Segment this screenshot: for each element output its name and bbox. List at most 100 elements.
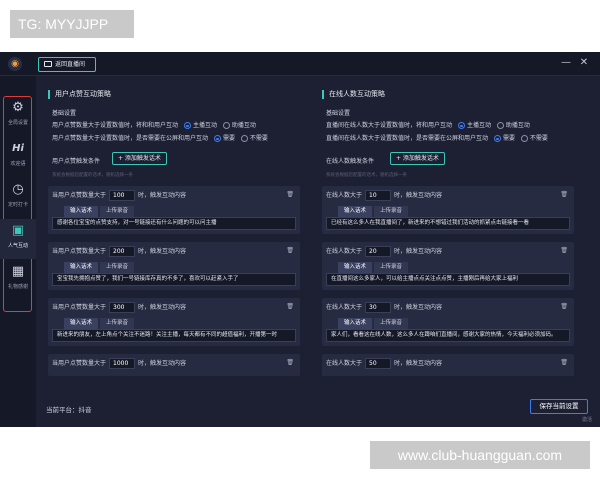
card-condition: 当用户点赞数量大于 100 时，触发互动内容: [52, 190, 186, 202]
clock-icon: ◷: [12, 182, 24, 197]
threshold-input[interactable]: 1000: [109, 358, 136, 369]
script-input[interactable]: 新进来的朋友，左上角点个关注不迷路！关注主播，每天都有不同的超值福利，开播第一时: [52, 329, 296, 342]
hint-text: 系统会根据您配置的话术，随机选择一条: [52, 173, 133, 178]
trigger-card: 当用户点赞数量大于 1000 时，触发互动内容 🗑: [48, 354, 300, 376]
back-to-live-button[interactable]: 返回直播间: [38, 57, 96, 72]
trigger-card: 在线人数大于 10 时，触发互动内容 🗑 输入话术 上传录音 已经有这么多人在我直播间…: [322, 186, 574, 234]
rule-text: 直播间在线人数大于设置数值时，将和用户互动: [326, 122, 453, 129]
screenshot-root: TG: MYYJJPP ◉ 返回直播间 — ✕ ⚙ 全局设置 Hi 欢迎语 ◷ …: [0, 0, 600, 480]
trigger-card: 当用户点赞数量大于 200 时，触发互动内容 🗑 输入话术 上传录音 宝宝我先拥抱点赞…: [48, 242, 300, 290]
sidebar-item-label: 全局设置: [7, 120, 28, 126]
tab-upload-audio[interactable]: 上传录音: [374, 262, 409, 273]
close-icon[interactable]: ✕: [578, 56, 590, 70]
condition-suffix: 时，触发互动内容: [394, 304, 443, 311]
condition-prefix: 在线人数大于: [326, 304, 363, 311]
public-screen-row: 用户点赞数量大于设置数值时，是否需要在公屏和用户互动 需要 不需要: [52, 133, 268, 142]
basic-settings-label: 基础设置: [326, 110, 351, 117]
sidebar-item-label: 礼物感谢: [7, 284, 28, 290]
script-tabs: 输入话术 上传录音: [338, 262, 410, 273]
chat-icon: ▣: [11, 223, 25, 238]
threshold-input[interactable]: 200: [109, 246, 136, 257]
trigger-condition-label: 用户点赞触发条件: [52, 158, 101, 165]
activate-label: 激活: [582, 417, 593, 423]
hint-text: 系统会根据您配置的话术，随机选择一条: [326, 173, 407, 178]
tab-input-script[interactable]: 输入话术: [64, 318, 99, 329]
rule-text: 直播间在线人数大于设置数值时，是否需要在公屏和用户互动: [326, 135, 489, 142]
card-condition: 在线人数大于 50 时，触发互动内容: [326, 358, 442, 370]
threshold-input[interactable]: 50: [365, 358, 392, 369]
save-settings-button[interactable]: 保存当前设置: [530, 399, 588, 414]
tab-upload-audio[interactable]: 上传录音: [100, 206, 135, 217]
trash-icon[interactable]: 🗑: [560, 191, 568, 198]
sidebar: ⚙ 全局设置 Hi 欢迎语 ◷ 定时打卡 ▣ 人气互动 ▦ 礼物感谢: [0, 76, 36, 427]
script-input[interactable]: 家人们，看看这在线人数，这么多人在蹲咱们直播间，感谢大家的热情，今天福利必须加码…: [326, 329, 570, 342]
radio-host[interactable]: [183, 122, 191, 129]
trash-icon[interactable]: 🗑: [560, 303, 568, 310]
radio-need[interactable]: [493, 135, 501, 142]
online-strategy-panel: 在线人数互动策略 基础设置 直播间在线人数大于设置数值时，将和用户互动 主播互动…: [322, 86, 582, 398]
trigger-card: 在线人数大于 30 时，触发互动内容 🗑 输入话术 上传录音 家人们，看看这在线人数，…: [322, 298, 574, 346]
gift-icon: ▦: [11, 264, 25, 279]
condition-prefix: 当用户点赞数量大于: [52, 360, 107, 367]
sidebar-item-gift-thanks[interactable]: ▦ 礼物感谢: [0, 260, 36, 300]
trash-icon[interactable]: 🗑: [560, 247, 568, 254]
script-tabs: 输入话术 上传录音: [338, 206, 410, 217]
tab-input-script[interactable]: 输入话术: [64, 206, 99, 217]
basic-settings-label: 基础设置: [52, 110, 77, 117]
radio-assistant[interactable]: [496, 122, 504, 129]
condition-suffix: 时，触发互动内容: [138, 360, 187, 367]
tab-upload-audio[interactable]: 上传录音: [100, 318, 135, 329]
threshold-input[interactable]: 20: [365, 246, 392, 257]
condition-suffix: 时，触发互动内容: [138, 248, 187, 255]
radio-assistant[interactable]: [222, 122, 230, 129]
trash-icon[interactable]: 🗑: [286, 247, 294, 254]
script-tabs: 输入话术 上传录音: [64, 206, 136, 217]
trash-icon[interactable]: 🗑: [286, 359, 294, 366]
tab-input-script[interactable]: 输入话术: [64, 262, 99, 273]
sidebar-item-label: 人气互动: [7, 243, 28, 249]
app-logo-icon: ◉: [8, 57, 22, 71]
tab-upload-audio[interactable]: 上传录音: [374, 318, 409, 329]
sidebar-item-label: 定时打卡: [7, 202, 28, 208]
script-input[interactable]: 宝宝我先拥抱点赞了，我们一号链接库存真的不多了，喜欢可以赶紧入手了: [52, 273, 296, 286]
radio-need[interactable]: [213, 135, 221, 142]
radio-host[interactable]: [457, 122, 465, 129]
radio-no-need[interactable]: [240, 135, 248, 142]
script-tabs: 输入话术 上传录音: [338, 318, 410, 329]
sidebar-item-welcome[interactable]: Hi 欢迎语: [0, 137, 36, 177]
threshold-input[interactable]: 10: [365, 190, 392, 201]
hi-icon: Hi: [12, 143, 24, 154]
tab-input-script[interactable]: 输入话术: [338, 262, 373, 273]
sidebar-item-popularity-interaction[interactable]: ▣ 人气互动: [0, 219, 36, 259]
card-condition: 当用户点赞数量大于 300 时，触发互动内容: [52, 302, 186, 314]
sidebar-item-global-settings[interactable]: ⚙ 全局设置: [0, 96, 36, 136]
threshold-input[interactable]: 100: [109, 190, 136, 201]
radio-no-need[interactable]: [520, 135, 528, 142]
rule-text: 用户点赞数量大于设置数值时，是否需要在公屏和用户互动: [52, 135, 209, 142]
trigger-condition-label: 在线人数触发条件: [326, 158, 375, 165]
radio-label: 主播互动: [466, 122, 491, 129]
tab-upload-audio[interactable]: 上传录音: [374, 206, 409, 217]
sidebar-item-timed-checkin[interactable]: ◷ 定时打卡: [0, 178, 36, 218]
script-input[interactable]: 在直播间这么多家人，可以给主播点点关注点点赞，主播刚后再给大家上福利: [326, 273, 570, 286]
script-input[interactable]: 已经有这么多人在我直播间了，新进来的不想错过我们活动的抓紧点击链接看一看: [326, 217, 570, 230]
tab-input-script[interactable]: 输入话术: [338, 318, 373, 329]
trash-icon[interactable]: 🗑: [286, 191, 294, 198]
threshold-input[interactable]: 30: [365, 302, 392, 313]
trigger-card: 当用户点赞数量大于 300 时，触发互动内容 🗑 输入话术 上传录音 新进来的朋友，左…: [48, 298, 300, 346]
panel-title: 用户点赞互动策略: [48, 90, 111, 99]
card-condition: 当用户点赞数量大于 200 时，触发互动内容: [52, 246, 186, 258]
threshold-input[interactable]: 300: [109, 302, 136, 313]
add-trigger-script-button[interactable]: + 添加触发话术: [112, 152, 167, 165]
condition-suffix: 时，触发互动内容: [138, 304, 187, 311]
minimize-icon[interactable]: —: [560, 56, 572, 70]
tab-input-script[interactable]: 输入话术: [338, 206, 373, 217]
trigger-card: 当用户点赞数量大于 100 时，触发互动内容 🗑 输入话术 上传录音 感谢各位宝宝的点…: [48, 186, 300, 234]
script-input[interactable]: 感谢各位宝宝的点赞支持，对一号链接还有什么问题的可以问主播: [52, 217, 296, 230]
tab-upload-audio[interactable]: 上传录音: [100, 262, 135, 273]
radio-label: 助播互动: [231, 122, 256, 129]
trash-icon[interactable]: 🗑: [286, 303, 294, 310]
add-trigger-script-button[interactable]: + 添加触发话术: [390, 152, 445, 165]
card-condition: 在线人数大于 30 时，触发互动内容: [326, 302, 442, 314]
trash-icon[interactable]: 🗑: [560, 359, 568, 366]
